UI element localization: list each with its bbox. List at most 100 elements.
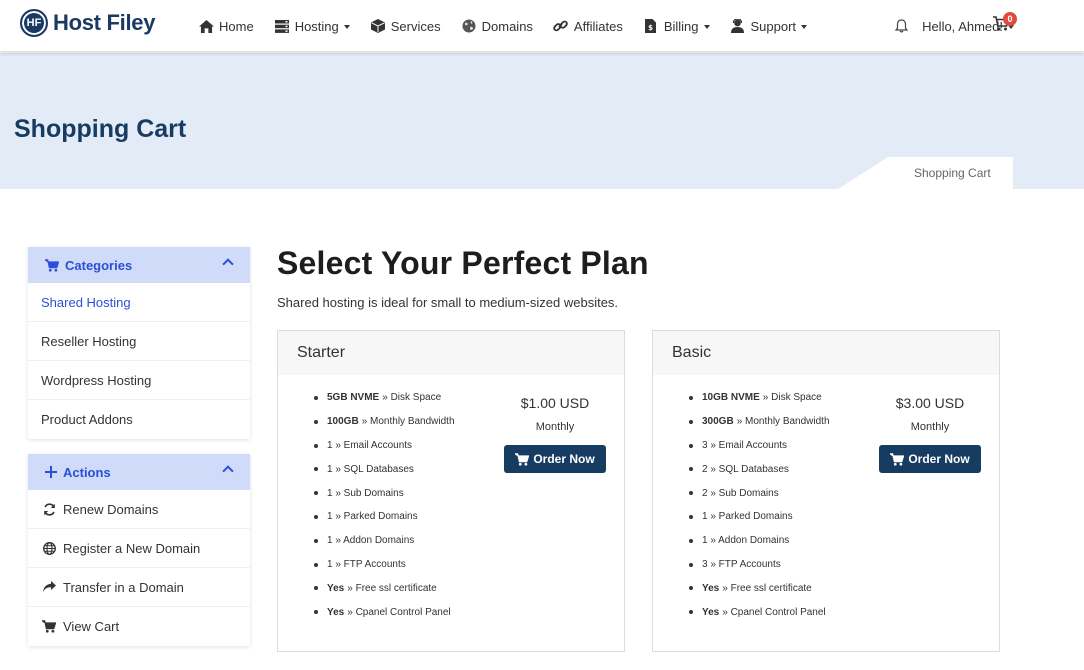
- feature-item: 5GB NVME» Disk Space: [308, 386, 455, 410]
- actions-header[interactable]: Actions: [28, 454, 250, 490]
- action-transfer-domain[interactable]: Transfer in a Domain: [28, 568, 250, 607]
- bell-icon[interactable]: [895, 19, 909, 33]
- action-renew-domains[interactable]: Renew Domains: [28, 490, 250, 529]
- feature-item: 100GB» Monthly Bandwidth: [308, 410, 455, 434]
- user-greeting: Hello, Ahmed!: [922, 18, 1003, 34]
- actions-title: Actions: [63, 464, 111, 480]
- svg-text:$: $: [648, 24, 653, 32]
- support-icon: [730, 19, 746, 33]
- plan-card-starter: Starter 5GB NVME» Disk Space 100GB» Mont…: [277, 330, 625, 652]
- nav-services-label: Services: [390, 18, 441, 34]
- feature-item: 1 » Parked Domains: [683, 505, 830, 529]
- nav-affiliates[interactable]: Affiliates: [553, 19, 623, 34]
- nav-billing[interactable]: $ Billing: [643, 19, 710, 34]
- plan-name: Starter: [278, 331, 624, 375]
- nav-support[interactable]: Support: [730, 19, 808, 34]
- feature-list: 5GB NVME» Disk Space 100GB» Monthly Band…: [308, 386, 455, 624]
- page-title: Shopping Cart: [14, 115, 187, 143]
- chevron-up-icon[interactable]: [222, 465, 234, 477]
- categories-header[interactable]: Categories: [28, 247, 250, 283]
- cart-count-badge: 0: [1003, 12, 1017, 26]
- nav-services[interactable]: Services: [370, 19, 441, 34]
- feature-item: Yes» Free ssl certificate: [308, 576, 455, 600]
- feature-text: 2 » Sub Domains: [702, 487, 779, 499]
- category-product-addons[interactable]: Product Addons: [28, 400, 250, 439]
- nav-affiliates-label: Affiliates: [573, 18, 623, 34]
- feature-strong: 10GB NVME: [702, 392, 760, 404]
- feature-item: 3 » Email Accounts: [683, 434, 830, 458]
- main-title: Select Your Perfect Plan: [277, 245, 649, 281]
- feature-text: 1 » Addon Domains: [327, 535, 415, 547]
- feature-text: 1 » Parked Domains: [702, 511, 793, 523]
- feature-strong: 100GB: [327, 416, 359, 428]
- invoice-icon: $: [643, 19, 659, 33]
- chevron-up-icon[interactable]: [222, 258, 234, 270]
- feature-strong: Yes: [702, 606, 720, 618]
- feature-text: » Disk Space: [382, 392, 442, 404]
- cart-icon: [515, 452, 530, 466]
- feature-item: 1 » SQL Databases: [308, 457, 455, 481]
- category-label: Shared Hosting: [41, 294, 131, 310]
- home-icon: [198, 19, 214, 33]
- feature-item: Yes» Cpanel Control Panel: [308, 600, 455, 624]
- brand-name: Host Filey: [53, 10, 156, 35]
- nav-home[interactable]: Home: [198, 19, 254, 34]
- feature-text: » Cpanel Control Panel: [347, 606, 451, 618]
- feature-text: 1 » SQL Databases: [327, 463, 414, 475]
- feature-item: 1 » Addon Domains: [683, 529, 830, 553]
- billing-cycle: Monthly: [910, 421, 950, 433]
- link-icon: [553, 19, 569, 33]
- nav-hosting[interactable]: Hosting: [274, 19, 350, 34]
- feature-item: 1 » Parked Domains: [308, 505, 455, 529]
- main-subtitle: Shared hosting is ideal for small to med…: [277, 295, 619, 310]
- chevron-down-icon: [343, 25, 350, 29]
- feature-item: Yes» Free ssl certificate: [683, 576, 830, 600]
- logo-badge: HF: [20, 9, 48, 37]
- category-reseller-hosting[interactable]: Reseller Hosting: [28, 322, 250, 361]
- action-label: View Cart: [63, 619, 120, 634]
- refresh-icon: [41, 502, 57, 516]
- order-now-button[interactable]: Order Now: [504, 445, 606, 473]
- feature-item: 3 » FTP Accounts: [683, 553, 830, 577]
- feature-item: 2 » Sub Domains: [683, 481, 830, 505]
- feature-list: 10GB NVME» Disk Space 300GB» Monthly Ban…: [683, 386, 830, 624]
- action-view-cart[interactable]: View Cart: [28, 607, 250, 646]
- server-icon: [274, 19, 290, 33]
- feature-text: 2 » SQL Databases: [702, 463, 789, 475]
- feature-text: 1 » FTP Accounts: [327, 558, 406, 570]
- nav-hosting-label: Hosting: [294, 18, 339, 34]
- feature-item: 1 » Addon Domains: [308, 529, 455, 553]
- action-label: Renew Domains: [63, 501, 159, 517]
- feature-item: 300GB» Monthly Bandwidth: [683, 410, 830, 434]
- cart-icon: [45, 258, 59, 272]
- feature-item: 1 » Sub Domains: [308, 481, 455, 505]
- price-column: $3.00 USD Monthly Order Now: [878, 395, 982, 473]
- feature-item: 10GB NVME» Disk Space: [683, 386, 830, 410]
- cube-icon: [370, 19, 386, 33]
- category-shared-hosting[interactable]: Shared Hosting: [28, 283, 250, 322]
- nav-support-label: Support: [750, 18, 797, 34]
- plan-price: $3.00 USD: [895, 395, 965, 411]
- feature-strong: 5GB NVME: [327, 392, 380, 404]
- feature-item: 2 » SQL Databases: [683, 457, 830, 481]
- cart-icon: [41, 620, 57, 633]
- action-register-domain[interactable]: Register a New Domain: [28, 529, 250, 568]
- feature-text: 3 » Email Accounts: [702, 439, 788, 451]
- share-icon: [41, 581, 57, 593]
- top-navbar: HF Host Filey Home Hosting Services Doma…: [0, 0, 1084, 52]
- feature-text: 3 » FTP Accounts: [702, 558, 781, 570]
- categories-panel: Categories Shared Hosting Reseller Hosti…: [28, 247, 250, 439]
- feature-item: 1 » Email Accounts: [308, 434, 455, 458]
- category-wordpress-hosting[interactable]: Wordpress Hosting: [28, 361, 250, 400]
- order-now-button[interactable]: Order Now: [879, 445, 981, 473]
- plan-price: $1.00 USD: [520, 395, 590, 411]
- feature-text: 1 » Parked Domains: [327, 511, 418, 523]
- category-label: Wordpress Hosting: [41, 372, 152, 388]
- plan-name: Basic: [653, 331, 999, 375]
- category-label: Reseller Hosting: [41, 333, 137, 349]
- plan-card-basic: Basic 10GB NVME» Disk Space 300GB» Month…: [652, 330, 1000, 652]
- feature-text: » Monthly Bandwidth: [361, 416, 455, 428]
- brand-logo[interactable]: HF Host Filey: [20, 9, 155, 37]
- breadcrumb-current[interactable]: Shopping Cart: [914, 166, 991, 180]
- nav-domains[interactable]: Domains: [461, 19, 533, 34]
